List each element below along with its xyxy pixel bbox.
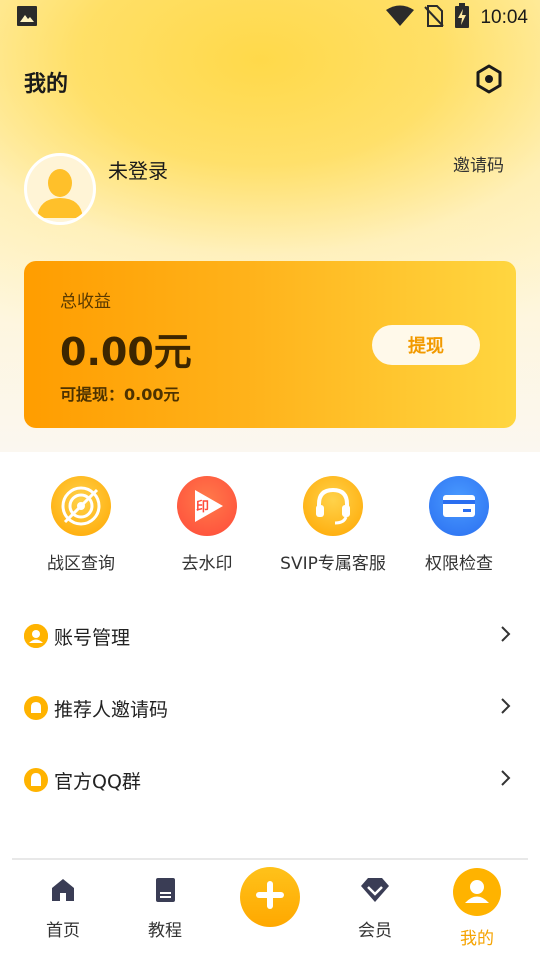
chevron-right-icon xyxy=(500,625,512,647)
card-icon xyxy=(429,476,489,536)
tab-label: 首页 xyxy=(46,921,80,941)
headset-icon xyxy=(303,476,363,536)
menu-item-referrer-code[interactable]: 推荐人邀请码 xyxy=(0,672,540,744)
wifi-icon xyxy=(386,5,415,31)
battery-charging-icon xyxy=(454,3,470,33)
tab-mine[interactable]: 我的 xyxy=(437,868,517,949)
target-icon xyxy=(51,476,111,536)
tool-permission-check[interactable]: 权限检查 xyxy=(394,476,524,574)
tab-tutorial[interactable]: 教程 xyxy=(125,876,205,941)
no-sim-icon xyxy=(424,4,445,32)
add-button[interactable] xyxy=(240,867,300,927)
earnings-card: 总收益 0.00元 可提现：0.00元 提现 xyxy=(24,261,516,428)
status-time: 10:04 xyxy=(480,7,528,28)
status-bar: 10:04 xyxy=(0,0,540,36)
page-title: 我的 xyxy=(24,72,69,97)
tab-label: 会员 xyxy=(358,921,392,941)
home-icon xyxy=(49,876,77,908)
book-icon xyxy=(151,876,179,908)
earnings-amount: 0.00元 xyxy=(60,330,192,374)
diamond-icon xyxy=(360,876,390,908)
withdraw-button[interactable]: 提现 xyxy=(372,325,480,365)
bottom-tab-bar: 首页 教程 会员 我的 xyxy=(0,858,540,960)
avatar[interactable] xyxy=(24,153,96,225)
withdrawable-amount: 可提现：0.00元 xyxy=(60,385,180,404)
tool-svip-service[interactable]: SVIP专属客服 xyxy=(268,476,398,574)
user-icon xyxy=(24,624,48,648)
tabbar-divider xyxy=(12,858,528,860)
bell-icon xyxy=(24,696,48,720)
chevron-right-icon xyxy=(500,769,512,791)
tool-zone-query[interactable]: 战区查询 xyxy=(16,476,146,574)
tab-label: 教程 xyxy=(148,921,182,941)
tab-home[interactable]: 首页 xyxy=(23,876,103,941)
tool-label: 去水印 xyxy=(181,554,233,574)
tab-label: 我的 xyxy=(460,929,494,949)
menu-label: 推荐人邀请码 xyxy=(54,698,169,721)
tool-label: 权限检查 xyxy=(425,554,493,574)
qq-icon xyxy=(24,768,48,792)
menu-item-account[interactable]: 账号管理 xyxy=(0,600,540,672)
tool-remove-watermark[interactable]: 印 去水印 xyxy=(142,476,272,574)
hexagon-settings-icon xyxy=(473,63,505,99)
play-stamp-icon: 印 xyxy=(177,476,237,536)
chevron-right-icon xyxy=(500,697,512,719)
invite-code-link[interactable]: 邀请码 xyxy=(453,151,504,176)
tools-grid: 战区查询 印 去水印 SVIP专属客服 权限检查 xyxy=(0,476,540,576)
svg-text:印: 印 xyxy=(196,500,209,515)
earnings-label: 总收益 xyxy=(60,292,111,312)
tool-label: SVIP专属客服 xyxy=(280,554,386,574)
add-icon xyxy=(253,878,287,916)
username[interactable]: 未登录 xyxy=(108,155,168,184)
tab-membership[interactable]: 会员 xyxy=(335,876,415,941)
profile-icon xyxy=(453,868,501,920)
menu-label: 官方QQ群 xyxy=(54,770,141,793)
settings-button[interactable] xyxy=(470,62,508,100)
menu-label: 账号管理 xyxy=(54,626,131,649)
menu-item-qq-group[interactable]: 官方QQ群 xyxy=(0,744,540,816)
tool-label: 战区查询 xyxy=(47,554,115,574)
gallery-notification-icon xyxy=(16,5,38,31)
